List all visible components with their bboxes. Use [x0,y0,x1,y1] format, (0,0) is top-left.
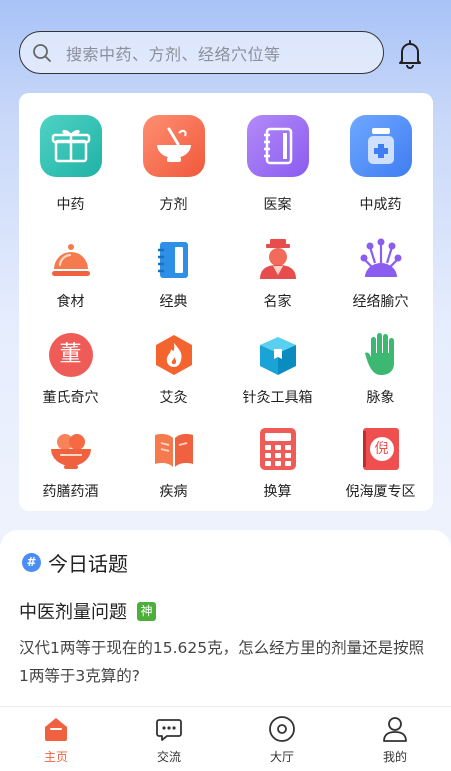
pulse-hand-icon [359,331,403,377]
herbal-bowl-icon [48,429,94,471]
grid-item-label: 名家 [263,294,292,310]
mortar-bowl-icon [142,115,205,177]
grid-item-zhongyao[interactable]: 中药 [19,93,122,213]
scholar-icon [256,237,300,281]
grid-item-label: 医案 [263,197,292,213]
tab-community[interactable]: 交流 [113,707,225,771]
grid-item-label: 食材 [56,294,85,310]
topic-header-title: 今日话题 [48,552,128,576]
tab-label: 我的 [382,750,407,764]
search-input[interactable]: 搜索中药、方剂、经络穴位等 [19,31,384,74]
moxibustion-flame-icon [152,333,196,377]
classic-book-icon [153,239,195,281]
open-book-icon [152,429,196,471]
question-badge: 神 [137,601,156,621]
grid-item-mingjia[interactable]: 名家 [226,233,329,328]
grid-item-label: 中成药 [359,197,402,213]
topic-header: # 今日话题 [22,548,128,577]
hash-icon: # [22,553,41,572]
bell-icon[interactable] [396,39,424,69]
grid-item-label: 经典 [159,294,188,310]
gift-box-icon [39,115,102,177]
grid-item-label: 脉象 [366,390,395,406]
grid-item-label: 药膳药酒 [42,484,99,500]
grid-item-label: 倪海厦专区 [345,484,416,500]
grid-item-label: 艾灸 [159,390,188,406]
dong-seal-icon: 董 [48,333,93,377]
seal-text: 董 [59,342,82,367]
tab-label: 主页 [43,750,68,764]
grid-item-maixiang[interactable]: 脉象 [329,329,432,424]
function-grid-card: 中药 方剂 医案 中成药 食材 经典 名家 经络腧穴 董 董氏奇穴 艾灸 针灸工… [19,93,433,511]
food-cover-icon [50,239,92,281]
grid-item-dongshi[interactable]: 董 董氏奇穴 [19,329,122,424]
grid-item-huansuan[interactable]: 换算 [226,423,329,518]
grid-item-shicai[interactable]: 食材 [19,233,122,328]
chat-bubble-icon [155,715,183,743]
grid-item-yian[interactable]: 医案 [226,93,329,213]
tab-mine[interactable]: 我的 [339,707,451,771]
grid-item-aijiu[interactable]: 艾灸 [122,329,225,424]
grid-item-jingdian[interactable]: 经典 [122,233,225,328]
grid-item-label: 董氏奇穴 [42,390,99,406]
grid-item-zhongchengyao[interactable]: 中成药 [329,93,432,213]
question-body[interactable]: 汉代1两等于现在的15.625克，怎么经方里的剂量还是按照1两等于3克算的? [19,634,429,690]
topic-question[interactable]: 中医剂量问题 神 [19,598,156,624]
user-icon [381,715,409,743]
tab-label: 交流 [156,750,181,764]
grid-item-label: 疾病 [159,484,188,500]
home-icon [42,715,70,743]
tab-label: 大厅 [269,750,294,764]
grid-item-label: 中药 [56,197,85,213]
toolbox-icon [256,333,300,377]
grid-item-jingluo[interactable]: 经络腧穴 [329,233,432,328]
grid-item-label: 换算 [263,484,292,500]
ni-text: 倪 [369,437,394,461]
grid-item-label: 针灸工具箱 [242,390,313,406]
notebook-icon [246,115,309,177]
search-placeholder: 搜索中药、方剂、经络穴位等 [66,44,281,64]
medicine-bottle-icon [349,115,412,177]
grid-item-yaoshan[interactable]: 药膳药酒 [19,423,122,518]
ni-book-icon: 倪 [362,428,399,470]
tab-hall[interactable]: 大厅 [226,707,338,771]
grid-item-fangji[interactable]: 方剂 [122,93,225,213]
grid-item-label: 经络腧穴 [352,294,409,310]
grid-item-nihaixia[interactable]: 倪 倪海厦专区 [329,423,432,518]
grid-item-label: 方剂 [159,197,188,213]
search-icon [20,43,66,63]
question-title: 中医剂量问题 [19,602,127,623]
calculator-icon [259,428,296,470]
grid-item-zhenjiu[interactable]: 针灸工具箱 [226,329,329,424]
bottom-tab-bar: 主页 交流 大厅 我的 [0,706,451,771]
acupoint-icon [359,237,403,281]
hall-circle-icon [268,715,296,743]
tab-home[interactable]: 主页 [0,707,112,771]
grid-item-jibing[interactable]: 疾病 [122,423,225,518]
